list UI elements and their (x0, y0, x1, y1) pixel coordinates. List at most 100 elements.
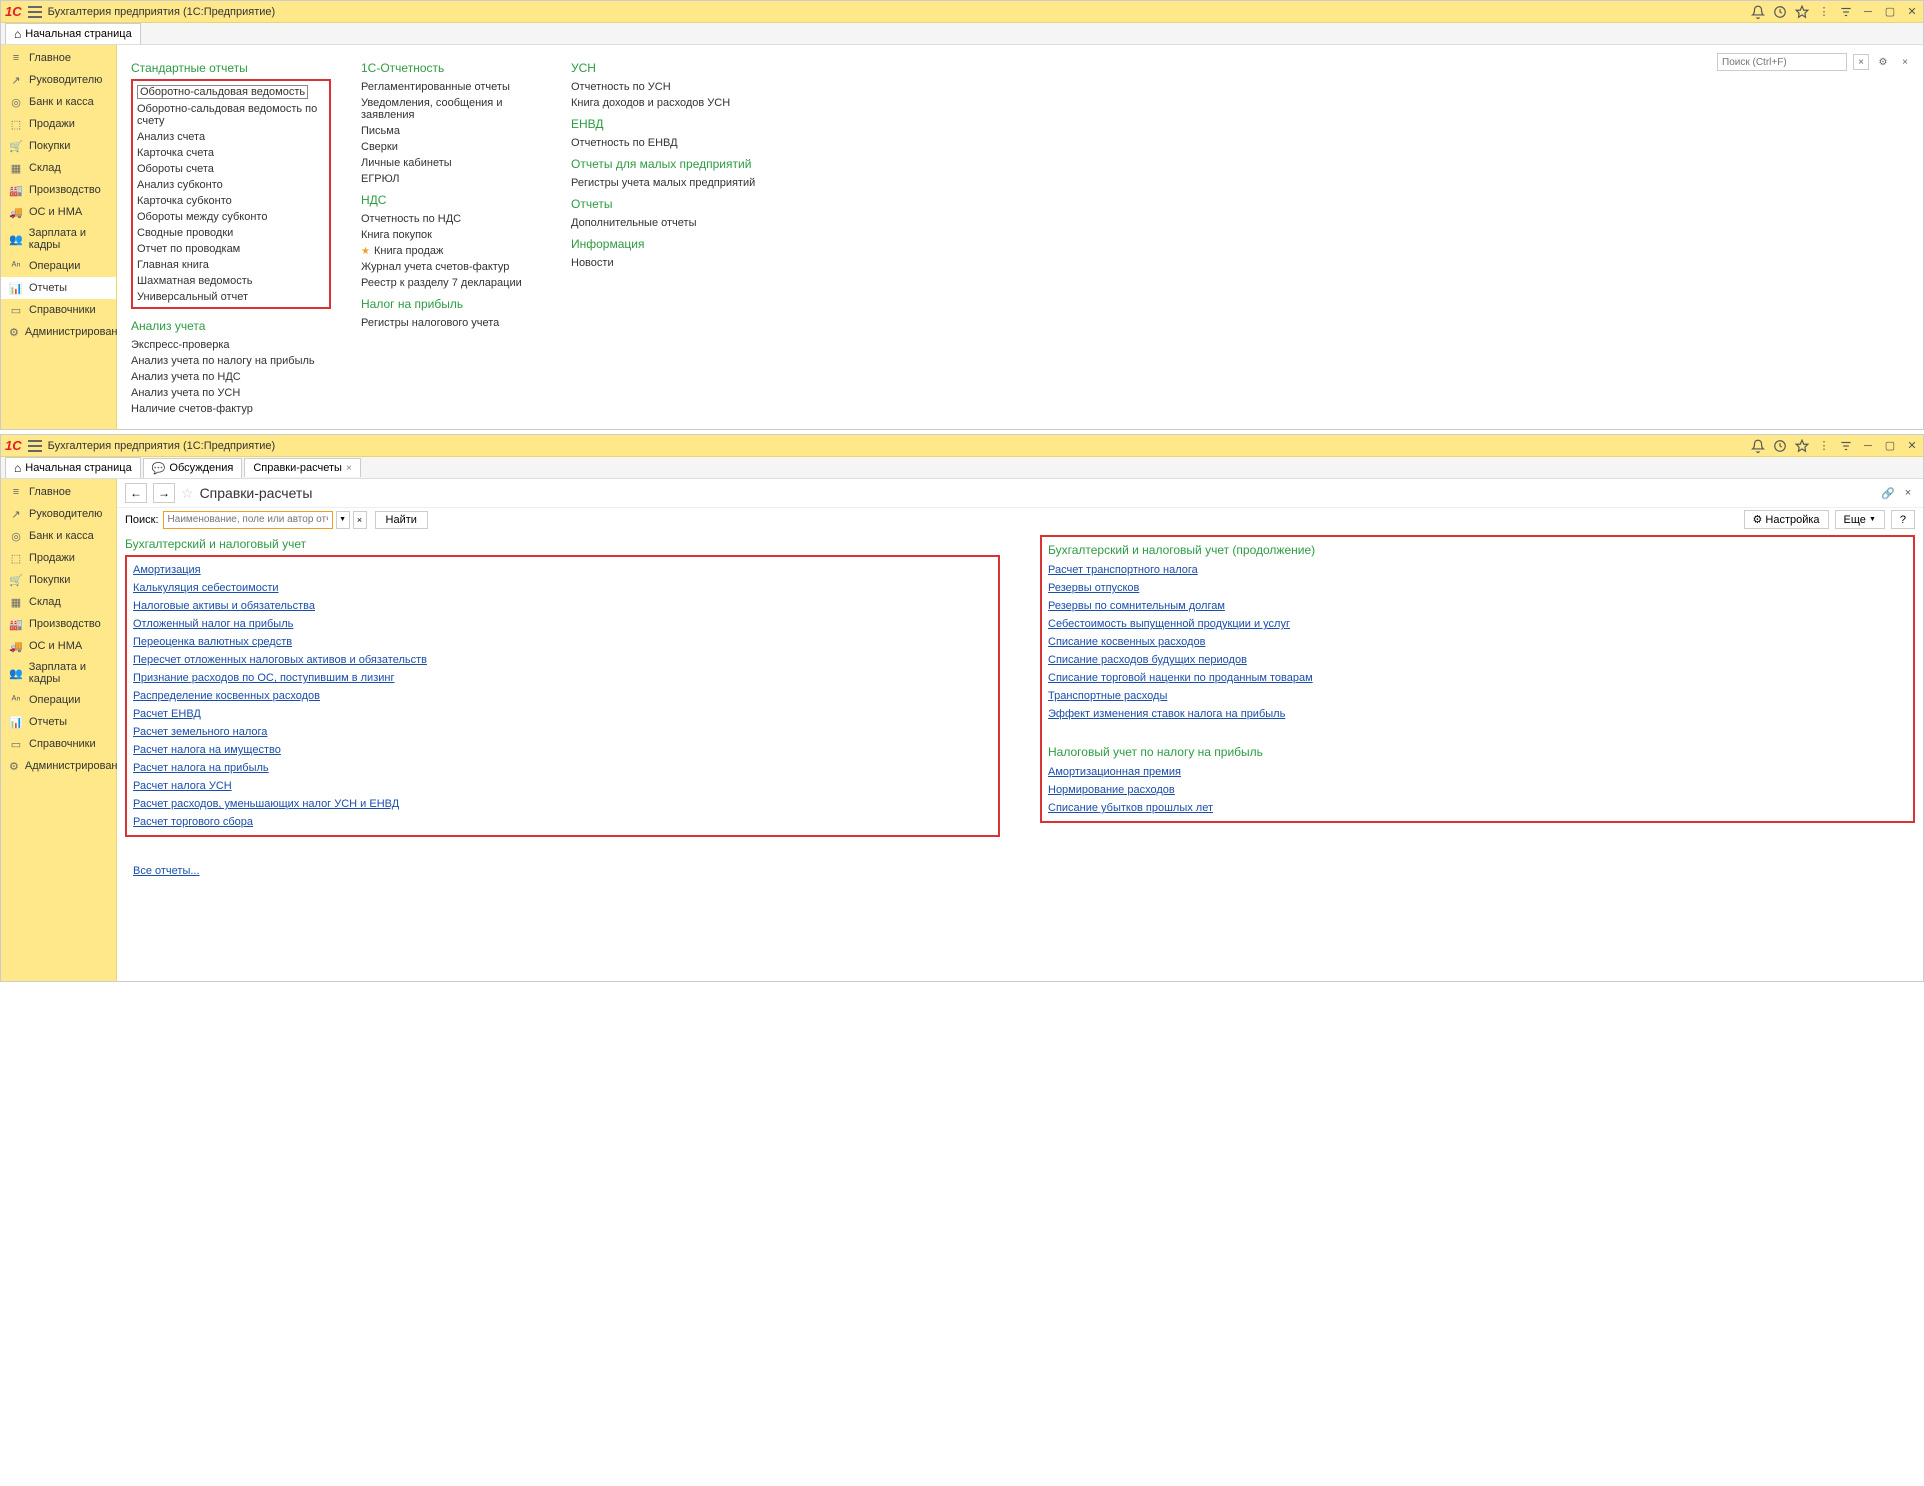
sidebar2-salary[interactable]: 👥Зарплата и кадры (1, 657, 116, 689)
maximize-icon[interactable]: ▢ (1883, 5, 1897, 19)
link-leasing-expenses[interactable]: Признание расходов по ОС, поступившим в … (133, 669, 992, 687)
sidebar-item-bank[interactable]: ◎Банк и касса (1, 91, 116, 113)
link-universal-report[interactable]: Универсальный отчет (137, 289, 325, 305)
link-usn-tax-calc[interactable]: Расчет налога УСН (133, 777, 992, 795)
sidebar2-admin[interactable]: ⚙Администрирование (1, 755, 116, 777)
link-land-tax[interactable]: Расчет земельного налога (133, 723, 992, 741)
star-icon[interactable] (1795, 5, 1809, 19)
search-clear-button[interactable]: × (1853, 54, 1869, 70)
settings-button[interactable]: ⚙Настройка (1744, 510, 1829, 529)
link-indirect-writeoff[interactable]: Списание косвенных расходов (1048, 633, 1907, 651)
link-letters[interactable]: Письма (361, 123, 541, 139)
filter-icon[interactable] (1839, 5, 1853, 19)
link-cost-calculation[interactable]: Калькуляция себестоимости (133, 579, 992, 597)
link-subconto-card[interactable]: Карточка субконто (137, 193, 325, 209)
link-currency-reval[interactable]: Переоценка валютных средств (133, 633, 992, 651)
maximize-icon-2[interactable]: ▢ (1883, 439, 1897, 453)
link-osv-account[interactable]: Оборотно-сальдовая ведомость по счету (137, 101, 325, 129)
link-news[interactable]: Новости (571, 255, 771, 271)
link-tax-assets[interactable]: Налоговые активы и обязательства (133, 597, 992, 615)
link-entries-report[interactable]: Отчет по проводкам (137, 241, 325, 257)
dots-icon-2[interactable]: ⋮ (1817, 439, 1831, 453)
link-transport-tax[interactable]: Расчет транспортного налога (1048, 561, 1907, 579)
link-usn-reporting[interactable]: Отчетность по УСН (571, 79, 771, 95)
sidebar-item-production[interactable]: 🏭Производство (1, 179, 116, 201)
sidebar2-assets[interactable]: 🚚ОС и НМА (1, 635, 116, 657)
history-icon-2[interactable] (1773, 439, 1787, 453)
sidebar-item-salary[interactable]: 👥Зарплата и кадры (1, 223, 116, 255)
link-deferred-recalc[interactable]: Пересчет отложенных налоговых активов и … (133, 651, 992, 669)
all-reports-link[interactable]: Все отчеты... (125, 861, 208, 881)
close-icon-2[interactable]: ✕ (1905, 439, 1919, 453)
link-markup-writeoff[interactable]: Списание торговой наценки по проданным т… (1048, 669, 1907, 687)
filter-icon-2[interactable] (1839, 439, 1853, 453)
link-subconto-analysis[interactable]: Анализ субконто (137, 177, 325, 193)
bell-icon-2[interactable] (1751, 439, 1765, 453)
link-deferred-tax[interactable]: Отложенный налог на прибыль (133, 615, 992, 633)
link-property-tax[interactable]: Расчет налога на имущество (133, 741, 992, 759)
link-usn-book[interactable]: Книга доходов и расходов УСН (571, 95, 771, 111)
link-account-card[interactable]: Карточка счета (137, 145, 325, 161)
sidebar2-purchases[interactable]: 🛒Покупки (1, 569, 116, 591)
sidebar2-main[interactable]: ≡Главное (1, 481, 116, 503)
search-clear-button-2[interactable]: × (353, 511, 367, 529)
link-sales-book[interactable]: ★Книга продаж (361, 243, 541, 259)
link-regulated[interactable]: Регламентированные отчеты (361, 79, 541, 95)
dots-icon[interactable]: ⋮ (1817, 5, 1831, 19)
sidebar-item-main[interactable]: ≡Главное (1, 47, 116, 69)
bell-icon[interactable] (1751, 5, 1765, 19)
link-account-turnover[interactable]: Обороты счета (137, 161, 325, 177)
link-nds-reporting[interactable]: Отчетность по НДС (361, 211, 541, 227)
sidebar2-warehouse[interactable]: ▦Склад (1, 591, 116, 613)
link-tax-registers[interactable]: Регистры налогового учета (361, 315, 541, 331)
link-account-analysis[interactable]: Анализ счета (137, 129, 325, 145)
sidebar2-production[interactable]: 🏭Производство (1, 613, 116, 635)
sidebar2-manager[interactable]: ↗Руководителю (1, 503, 116, 525)
hamburger-icon[interactable] (28, 6, 42, 18)
link-envd-reporting[interactable]: Отчетность по ЕНВД (571, 135, 771, 151)
sidebar-item-sales[interactable]: ⬚Продажи (1, 113, 116, 135)
close-content-icon[interactable]: × (1901, 486, 1915, 500)
link-icon[interactable]: 🔗 (1881, 486, 1895, 500)
close-icon[interactable]: ✕ (1905, 5, 1919, 19)
sidebar-item-purchases[interactable]: 🛒Покупки (1, 135, 116, 157)
sidebar-item-directories[interactable]: ▭Справочники (1, 299, 116, 321)
star-icon-2[interactable] (1795, 439, 1809, 453)
link-general-ledger[interactable]: Главная книга (137, 257, 325, 273)
link-egrul[interactable]: ЕГРЮЛ (361, 171, 541, 187)
link-expense-norming[interactable]: Нормирование расходов (1048, 781, 1907, 799)
link-notifications[interactable]: Уведомления, сообщения и заявления (361, 95, 541, 123)
sidebar-item-assets[interactable]: 🚚ОС и НМА (1, 201, 116, 223)
link-usn-envd-reduce[interactable]: Расчет расходов, уменьшающих налог УСН и… (133, 795, 992, 813)
link-doubtful-reserves[interactable]: Резервы по сомнительным долгам (1048, 597, 1907, 615)
link-small-registers[interactable]: Регистры учета малых предприятий (571, 175, 771, 191)
link-purchase-book[interactable]: Книга покупок (361, 227, 541, 243)
sidebar2-reports[interactable]: 📊Отчеты (1, 711, 116, 733)
close-panel-icon[interactable]: × (1897, 54, 1913, 70)
sidebar2-bank[interactable]: ◎Банк и касса (1, 525, 116, 547)
link-invoices-presence[interactable]: Наличие счетов-фактур (131, 401, 331, 417)
link-osv[interactable]: Оборотно-сальдовая ведомость (137, 83, 325, 101)
link-express-check[interactable]: Экспресс-проверка (131, 337, 331, 353)
tab-close-icon[interactable]: × (346, 463, 352, 474)
find-button[interactable]: Найти (375, 511, 428, 529)
link-future-expenses[interactable]: Списание расходов будущих периодов (1048, 651, 1907, 669)
sidebar-item-operations[interactable]: ᴬⁿОперации (1, 255, 116, 277)
link-additional-reports[interactable]: Дополнительные отчеты (571, 215, 771, 231)
link-usn-analysis[interactable]: Анализ учета по УСН (131, 385, 331, 401)
minimize-icon[interactable]: ─ (1861, 5, 1875, 19)
sidebar2-directories[interactable]: ▭Справочники (1, 733, 116, 755)
link-indirect-distrib[interactable]: Распределение косвенных расходов (133, 687, 992, 705)
link-cabinets[interactable]: Личные кабинеты (361, 155, 541, 171)
help-button[interactable]: ? (1891, 510, 1915, 529)
link-loss-writeoff[interactable]: Списание убытков прошлых лет (1048, 799, 1907, 817)
link-nds-analysis[interactable]: Анализ учета по НДС (131, 369, 331, 385)
sidebar-item-manager[interactable]: ↗Руководителю (1, 69, 116, 91)
link-transport-expenses[interactable]: Транспортные расходы (1048, 687, 1907, 705)
search-input[interactable] (1717, 53, 1847, 71)
settings-icon[interactable]: ⚙ (1875, 54, 1891, 70)
link-subconto-turnover[interactable]: Обороты между субконто (137, 209, 325, 225)
tab-home-2[interactable]: Начальная страница (5, 457, 141, 478)
forward-button[interactable]: → (153, 483, 175, 503)
link-depreciation-bonus[interactable]: Амортизационная премия (1048, 763, 1907, 781)
